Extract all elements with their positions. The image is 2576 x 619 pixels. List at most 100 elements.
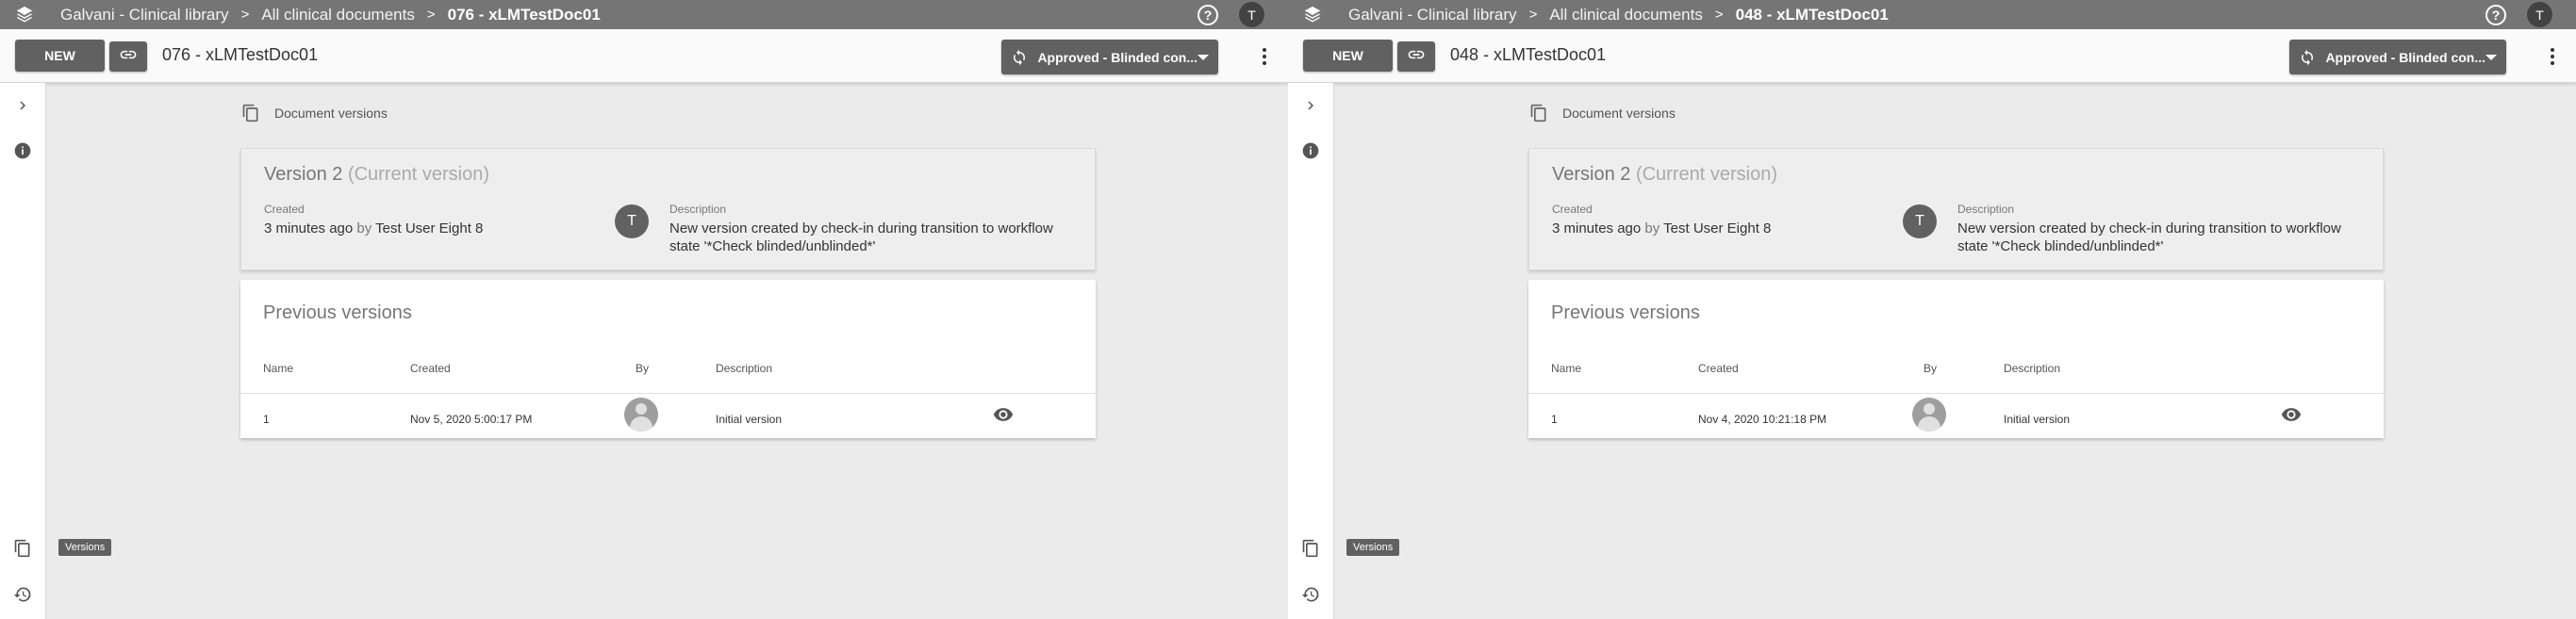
description-value: New version created by check-in during t… (669, 220, 1053, 254)
column-header-name: Name (1551, 362, 1582, 375)
app-pane: Galvani - Clinical library > All clinica… (0, 0, 1288, 619)
section-title: Document versions (1562, 106, 1676, 121)
breadcrumb-library[interactable]: Galvani - Clinical library (1348, 6, 1517, 24)
sync-icon (2299, 48, 2316, 67)
current-version-heading: Version 2 (Current version) (1552, 164, 1777, 186)
document-toolbar: NEW 076 - xLMTestDoc01 Approved - Blinde… (0, 29, 1288, 83)
breadcrumb-all-documents[interactable]: All clinical documents (1549, 6, 1703, 24)
versions-panel: Document versions Version 2 (Current ver… (1334, 83, 2576, 619)
history-icon[interactable] (8, 579, 38, 610)
row-created: Nov 5, 2020 5:00:17 PM (410, 413, 533, 426)
document-title: 048 - xLMTestDoc01 (1450, 45, 1607, 64)
eye-icon[interactable] (990, 401, 1016, 428)
history-icon[interactable] (1296, 579, 1326, 610)
current-version-heading: Version 2 (Current version) (264, 164, 489, 186)
created-label: Created (264, 203, 305, 216)
description-label: Description (1957, 203, 2015, 216)
created-label: Created (1552, 203, 1593, 216)
breadcrumb-separator-icon: > (1528, 7, 1538, 23)
workflow-status-label: Approved - Blinded con... (1037, 49, 1197, 65)
row-description: Initial version (716, 413, 783, 426)
new-button[interactable]: NEW (1303, 40, 1393, 72)
side-rail (1288, 83, 1334, 619)
column-header-description: Description (2004, 362, 2061, 375)
caret-down-icon (1197, 54, 1209, 60)
breadcrumb-separator-icon: > (240, 7, 250, 23)
row-description: Initial version (2004, 413, 2071, 426)
description-value: New version created by check-in during t… (1957, 220, 2341, 254)
row-name: 1 (1551, 413, 1558, 426)
description-label: Description (669, 203, 727, 216)
breadcrumb-all-documents[interactable]: All clinical documents (261, 6, 415, 24)
section-header: Document versions (1528, 103, 1676, 123)
previous-versions-heading: Previous versions (1551, 302, 1700, 323)
chevron-right-icon[interactable] (1296, 90, 1326, 121)
created-time: 3 minutes ago (264, 220, 354, 236)
section-header: Document versions (240, 103, 388, 123)
copy-icon[interactable] (8, 533, 38, 563)
link-button[interactable] (109, 41, 147, 72)
link-button[interactable] (1397, 41, 1435, 72)
column-header-created: Created (1698, 362, 1739, 375)
document-toolbar: NEW 048 - xLMTestDoc01 Approved - Blinde… (1288, 29, 2576, 83)
current-version-card: Version 2 (Current version) Created 3 mi… (1528, 148, 2384, 270)
eye-icon[interactable] (2278, 401, 2304, 428)
current-version-tag: (Current version) (1635, 164, 1777, 185)
top-bar-actions: ? T (2485, 0, 2576, 29)
more-vert-icon[interactable] (1246, 41, 1283, 72)
breadcrumb-library[interactable]: Galvani - Clinical library (60, 6, 229, 24)
copy-icon (1528, 103, 1549, 123)
section-title: Document versions (274, 106, 388, 121)
created-by: Test User Eight 8 (1663, 220, 1772, 236)
column-header-by: By (636, 362, 650, 375)
workflow-status-button[interactable]: Approved - Blinded con... (2289, 40, 2506, 74)
by-word: by (1644, 220, 1660, 236)
avatar (624, 398, 658, 432)
layers-icon[interactable] (1300, 3, 1325, 27)
created-value: 3 minutes ago by Test User Eight 8 (1552, 220, 1771, 237)
current-version-tag: (Current version) (347, 164, 489, 185)
avatar (1912, 398, 1946, 432)
previous-versions-card: Previous versions Name Created By Descri… (1528, 280, 2384, 438)
link-icon (1407, 45, 1426, 69)
link-icon (119, 45, 138, 69)
previous-versions-card: Previous versions Name Created By Descri… (240, 280, 1096, 438)
layers-icon[interactable] (12, 3, 37, 27)
info-icon[interactable] (1296, 136, 1326, 166)
version-label: Version 2 (264, 164, 343, 185)
avatar: T (615, 204, 649, 238)
current-version-card: Version 2 (Current version) Created 3 mi… (240, 148, 1096, 270)
info-icon[interactable] (8, 136, 38, 166)
versions-panel: Document versions Version 2 (Current ver… (46, 83, 1288, 619)
previous-versions-heading: Previous versions (263, 302, 412, 323)
column-header-name: Name (263, 362, 294, 375)
help-circle-icon[interactable]: ? (1197, 4, 1218, 25)
side-rail (0, 83, 46, 619)
top-bar: Galvani - Clinical library > All clinica… (0, 0, 1288, 29)
user-avatar[interactable]: T (1239, 2, 1264, 27)
new-button[interactable]: NEW (15, 40, 105, 72)
app-pane: Galvani - Clinical library > All clinica… (1288, 0, 2576, 619)
help-circle-icon[interactable]: ? (2485, 4, 2506, 25)
chevron-right-icon[interactable] (8, 90, 38, 121)
row-created: Nov 4, 2020 10:21:18 PM (1698, 413, 1827, 426)
breadcrumb-current-document: 048 - xLMTestDoc01 (1735, 5, 1889, 24)
more-vert-icon[interactable] (2534, 41, 2571, 72)
user-avatar[interactable]: T (2527, 2, 2552, 27)
workflow-status-button[interactable]: Approved - Blinded con... (1001, 40, 1218, 74)
divider (240, 393, 1096, 394)
breadcrumb-current-document: 076 - xLMTestDoc01 (447, 5, 601, 24)
sync-icon (1011, 48, 1028, 67)
breadcrumb: Galvani - Clinical library > All clinica… (60, 6, 601, 24)
copy-icon[interactable] (1296, 533, 1326, 563)
avatar: T (1903, 204, 1937, 238)
top-bar: Galvani - Clinical library > All clinica… (1288, 0, 2576, 29)
row-name: 1 (263, 413, 270, 426)
breadcrumb: Galvani - Clinical library > All clinica… (1348, 6, 1889, 24)
version-label: Version 2 (1552, 164, 1631, 185)
created-value: 3 minutes ago by Test User Eight 8 (264, 220, 483, 237)
column-header-created: Created (410, 362, 451, 375)
created-by: Test User Eight 8 (375, 220, 484, 236)
divider (1528, 393, 2384, 394)
breadcrumb-separator-icon: > (1714, 7, 1724, 23)
